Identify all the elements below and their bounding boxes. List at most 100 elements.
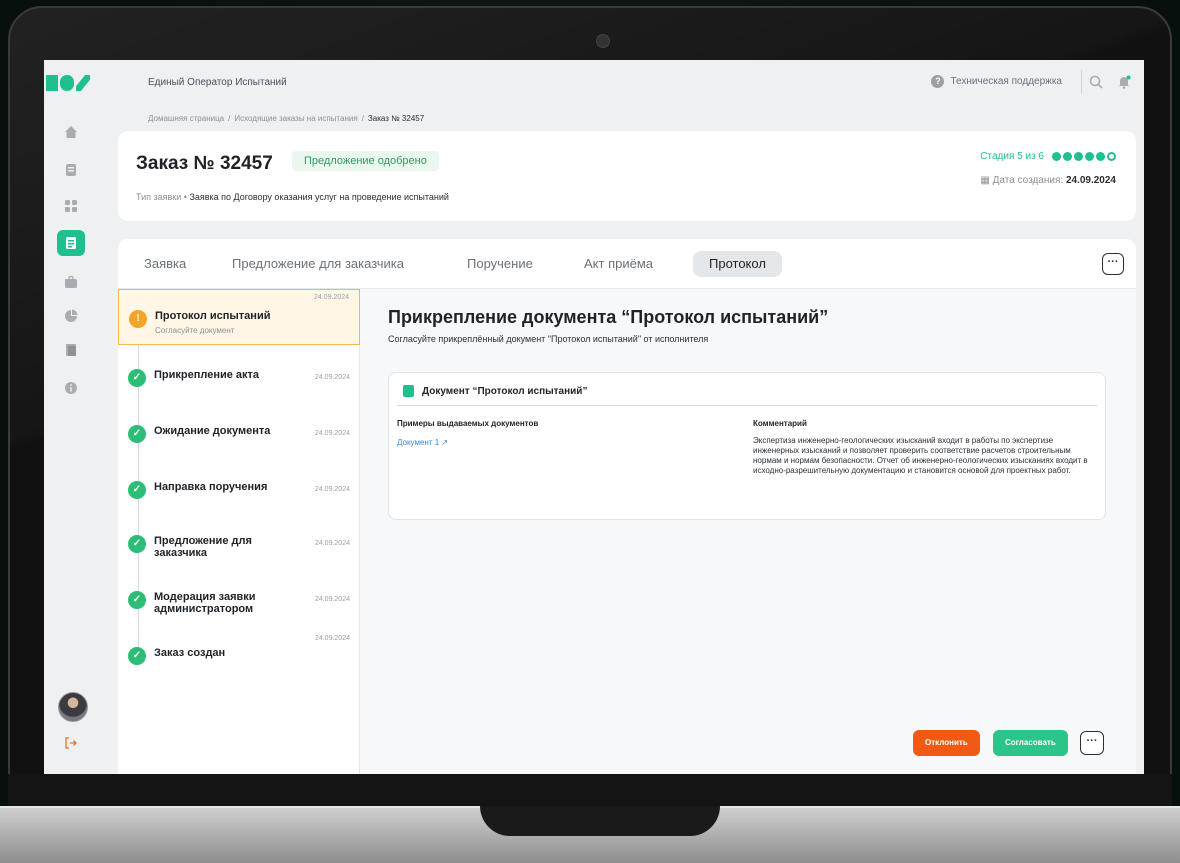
timeline-step-protocol[interactable]: ! Протокол испытаний Согласуйте документ… — [118, 289, 360, 345]
breadcrumb-home[interactable]: Домашняя страница — [148, 114, 224, 123]
home-icon[interactable] — [61, 122, 81, 142]
step-subtitle: Согласуйте документ — [155, 326, 235, 335]
documents-icon[interactable] — [61, 340, 81, 360]
document-icon — [403, 385, 414, 397]
stage-dot — [1096, 152, 1105, 161]
logo — [46, 74, 94, 92]
divider — [397, 405, 1097, 406]
warning-icon: ! — [129, 310, 147, 328]
created-value: 24.09.2024 — [1065, 175, 1116, 186]
order-type-label: Тип заявки — [136, 192, 182, 202]
help-icon: ? — [931, 75, 945, 88]
tab-protocol[interactable]: Протокол — [693, 251, 782, 277]
document-link[interactable]: Документ 1 ↗ — [397, 438, 448, 447]
step-title: Предложение для заказчика — [154, 535, 252, 559]
reject-button[interactable]: Отклонить — [913, 730, 980, 756]
check-icon: ✓ — [128, 591, 146, 609]
examples-header: Примеры выдаваемых документов — [397, 419, 539, 428]
step-title: Ожидание документа — [154, 425, 271, 437]
document-card-header: Документ “Протокол испытаний” — [403, 385, 587, 397]
stage-label: Стадия 5 из 6 — [980, 151, 1044, 162]
tabs: Заявка Предложение для заказчика Поручен… — [118, 239, 1136, 289]
created-date: ▦ Дата создания: 24.09.2024 — [980, 175, 1116, 186]
breadcrumb-current: Заказ № 32457 — [367, 114, 425, 123]
tab-proposal[interactable]: Предложение для заказчика — [216, 251, 420, 277]
check-icon: ✓ — [128, 369, 146, 387]
step-title: Модерация заявки администратором — [154, 591, 256, 615]
content-subtitle: Согласуйте прикреплённый документ "Прото… — [388, 334, 709, 344]
created-label: Дата создания: — [992, 175, 1064, 186]
approve-button[interactable]: Согласовать — [993, 730, 1068, 756]
timeline-step-moderation[interactable]: ✓ Модерация заявки администратором 24.09… — [118, 571, 360, 627]
stage-progress: Стадия 5 из 6 — [980, 151, 1116, 162]
timeline-step-created[interactable]: ✓ Заказ создан 24.09.2024 — [118, 627, 360, 683]
timeline-step-waiting[interactable]: ✓ Ожидание документа 24.09.2024 — [118, 405, 360, 461]
content-area: Прикрепление документа “Протокол испытан… — [360, 289, 1136, 774]
status-badge: Предложение одобрено — [292, 151, 439, 171]
comment-text: Экспертиза инженерно-геологических изыск… — [753, 436, 1088, 475]
search-icon[interactable] — [1088, 74, 1104, 90]
tab-acceptance-act[interactable]: Акт приёма — [568, 251, 669, 277]
breadcrumb: Домашняя страница / Исходящие заказы на ис… — [148, 114, 425, 123]
content-title: Прикрепление документа “Протокол испытан… — [388, 307, 829, 327]
order-header-card: Заказ № 32457 Предложение одобрено Тип з… — [118, 131, 1136, 221]
stage-dots — [1052, 152, 1116, 161]
main-panel: Заявка Предложение для заказчика Поручен… — [118, 239, 1136, 774]
timeline: ! Протокол испытаний Согласуйте документ… — [118, 289, 360, 774]
briefcase-icon[interactable] — [61, 272, 81, 292]
topbar-divider — [1081, 70, 1082, 94]
step-title: Направка поручения — [154, 481, 268, 493]
chat-icon[interactable] — [61, 160, 81, 180]
support-label: Техническая поддержка — [950, 76, 1062, 87]
timeline-step-proposal[interactable]: ✓ Предложение для заказчика 24.09.2024 — [118, 515, 360, 571]
support-link[interactable]: ? Техническая поддержка — [931, 75, 1062, 88]
avatar[interactable] — [58, 692, 88, 722]
orders-icon[interactable] — [57, 230, 85, 256]
comment-header: Комментарий — [753, 419, 807, 428]
tab-order[interactable]: Поручение — [451, 251, 549, 277]
check-icon: ✓ — [128, 647, 146, 665]
grid-icon[interactable] — [61, 196, 81, 216]
tabs-more-button[interactable]: ··· — [1102, 253, 1124, 275]
step-date: 24.09.2024 — [314, 374, 350, 381]
tab-application[interactable]: Заявка — [128, 251, 202, 277]
order-type-value: Заявка по Договору оказания услуг на про… — [189, 192, 449, 202]
stage-dot — [1107, 152, 1116, 161]
info-icon[interactable] — [61, 378, 81, 398]
step-title: Заказ создан — [154, 647, 226, 659]
calendar-icon: ▦ — [980, 175, 990, 186]
check-icon: ✓ — [128, 425, 146, 443]
timeline-step-assignment[interactable]: ✓ Направка поручения 24.09.2024 — [118, 461, 360, 517]
document-card-title: Документ “Протокол испытаний” — [422, 385, 588, 397]
step-date: 24.09.2024 — [313, 294, 349, 301]
breadcrumb-orders[interactable]: Исходящие заказы на испытания — [234, 114, 357, 123]
stage-dot — [1085, 152, 1094, 161]
topbar: Единый Оператор Испытаний ? Техническая … — [98, 60, 1144, 104]
check-icon: ✓ — [128, 535, 146, 553]
step-title: Прикрепление акта — [154, 369, 260, 381]
order-title: Заказ № 32457 — [136, 153, 273, 174]
step-title: Протокол испытаний — [155, 310, 271, 322]
stage-dot — [1063, 152, 1072, 161]
timeline-step-act[interactable]: ✓ Прикрепление акта 24.09.2024 — [118, 349, 360, 405]
order-type: Тип заявки • Заявка по Договору оказания… — [136, 192, 449, 202]
more-actions-button[interactable]: ··· — [1080, 731, 1104, 755]
stage-dot — [1052, 152, 1061, 161]
camera — [596, 34, 610, 48]
laptop-notch — [480, 806, 720, 836]
step-date: 24.09.2024 — [314, 596, 350, 603]
step-date: 24.09.2024 — [314, 540, 350, 547]
step-date: 24.09.2024 — [314, 486, 350, 493]
check-icon: ✓ — [128, 481, 146, 499]
step-date: 24.09.2024 — [314, 635, 350, 642]
bezel-bottom — [8, 774, 1172, 808]
bell-icon[interactable] — [1116, 74, 1132, 90]
pie-chart-icon[interactable] — [61, 306, 81, 326]
app-title: Единый Оператор Испытаний — [148, 77, 287, 88]
stage-dot — [1074, 152, 1083, 161]
document-card: Документ “Протокол испытаний” Примеры вы… — [388, 372, 1106, 520]
step-date: 24.09.2024 — [314, 430, 350, 437]
device-mockup: Единый Оператор Испытаний ? Техническая … — [0, 0, 1180, 863]
app-screen: Единый Оператор Испытаний ? Техническая … — [44, 60, 1144, 774]
logout-icon[interactable] — [64, 736, 82, 754]
